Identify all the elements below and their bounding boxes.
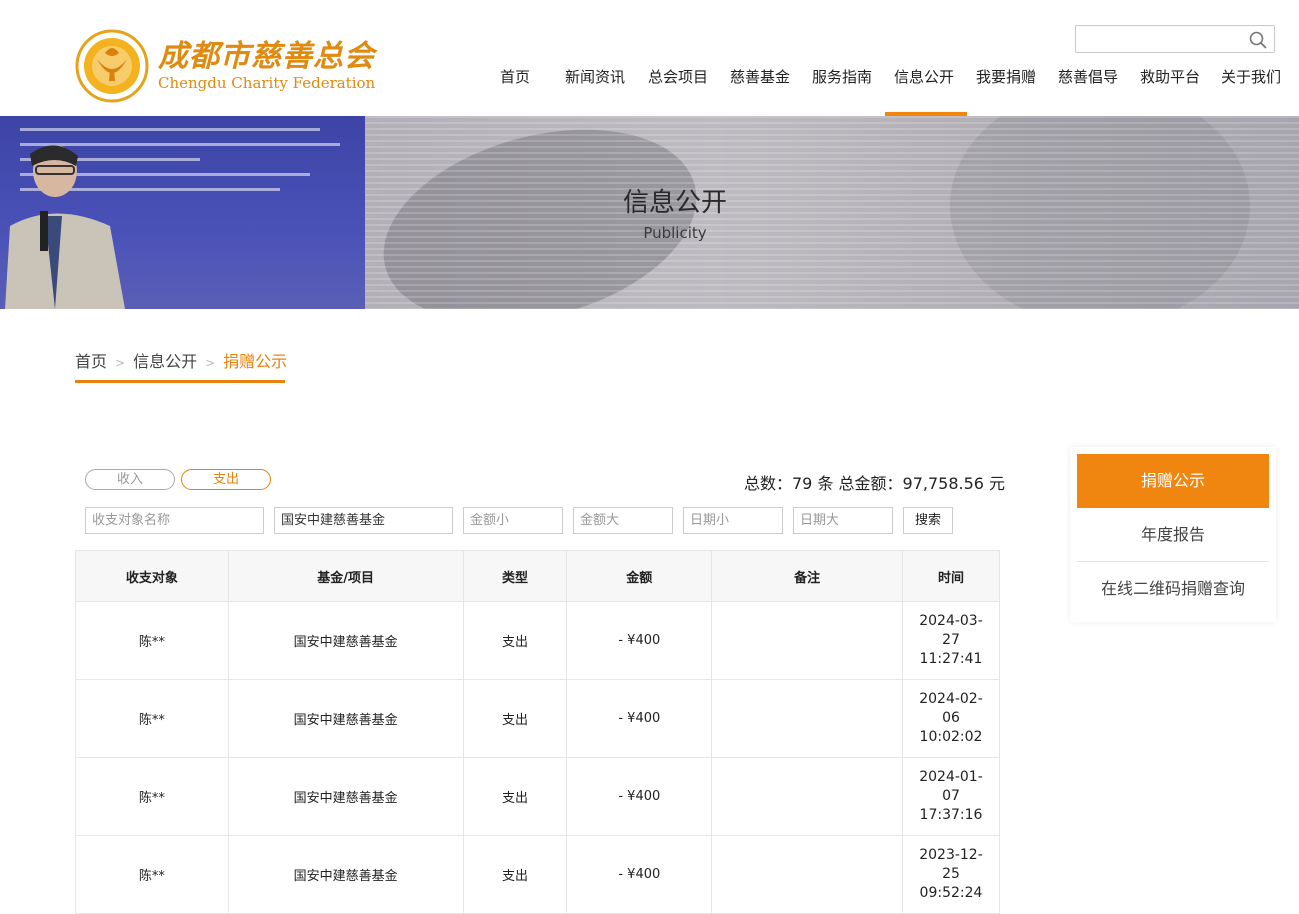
- cell-fund: 国安中建慈善基金: [227, 835, 464, 914]
- time-day-part: 07: [942, 788, 960, 804]
- nav-home[interactable]: 首页: [500, 66, 530, 87]
- side-menu-annual-report[interactable]: 年度报告: [1077, 508, 1269, 562]
- nav-about[interactable]: 关于我们: [1221, 66, 1281, 87]
- min-amount-input[interactable]: 金额小: [463, 507, 563, 534]
- breadcrumb-current: 捐赠公示: [223, 352, 288, 371]
- side-menu: 捐赠公示 年度报告 在线二维码捐赠查询: [1070, 447, 1276, 622]
- cell-target: 陈**: [75, 601, 229, 680]
- breadcrumb: 首页 > 信息公开 > 捐赠公示: [75, 348, 287, 372]
- expense-toggle-button[interactable]: 支出: [181, 469, 271, 490]
- max-amount-input[interactable]: 金额大: [573, 507, 673, 534]
- nav-donate[interactable]: 我要捐赠: [976, 66, 1036, 87]
- time-clock-part: 17:37:16: [919, 807, 983, 823]
- cell-amount: - ¥400: [566, 679, 713, 758]
- table-header-row: 收支对象 基金/项目 类型 金额 备注 时间: [75, 550, 1000, 602]
- cell-note: [711, 757, 903, 836]
- breadcrumb-home[interactable]: 首页: [75, 352, 107, 371]
- chevron-right-icon: >: [115, 356, 126, 370]
- table-row: 陈** 国安中建慈善基金 支出 - ¥400 2024-02- 06 10:02…: [75, 679, 1000, 758]
- speaker-photo: [5, 145, 125, 309]
- cell-target: 陈**: [75, 835, 229, 914]
- time-date-part: 2024-03-: [919, 613, 983, 629]
- cell-fund: 国安中建慈善基金: [227, 679, 464, 758]
- time-date-part: 2024-02-: [919, 691, 983, 707]
- side-menu-qr-donation-query[interactable]: 在线二维码捐赠查询: [1077, 562, 1269, 616]
- nav-service-guide[interactable]: 服务指南: [812, 66, 872, 87]
- cell-type: 支出: [462, 601, 568, 680]
- nav-publicity[interactable]: 信息公开: [894, 66, 954, 87]
- chevron-right-icon: >: [205, 356, 216, 370]
- banner-subtitle: Publicity: [643, 224, 707, 242]
- cell-target: 陈**: [75, 679, 229, 758]
- cell-time: 2023-12- 25 09:52:24: [902, 835, 1000, 914]
- income-toggle-button[interactable]: 收入: [85, 469, 175, 490]
- donation-table: 收支对象 基金/项目 类型 金额 备注 时间 陈** 国安中建慈善基金 支出 -…: [75, 550, 1000, 914]
- target-name-input[interactable]: 收支对象名称: [85, 507, 264, 534]
- nav-news[interactable]: 新闻资讯: [565, 66, 625, 87]
- cell-time: 2024-01- 07 17:37:16: [902, 757, 1000, 836]
- cell-note: [711, 601, 903, 680]
- min-date-input[interactable]: 日期小: [683, 507, 783, 534]
- column-header-amount: 金额: [566, 550, 713, 602]
- cell-amount: - ¥400: [566, 601, 713, 680]
- time-day-part: 27: [942, 632, 960, 648]
- time-date-part: 2024-01-: [919, 769, 983, 785]
- column-header-fund: 基金/项目: [227, 550, 464, 602]
- time-clock-part: 11:27:41: [919, 651, 983, 667]
- cell-amount: - ¥400: [566, 757, 713, 836]
- cell-time: 2024-03- 27 11:27:41: [902, 601, 1000, 680]
- breadcrumb-publicity[interactable]: 信息公开: [133, 352, 197, 371]
- cell-type: 支出: [462, 757, 568, 836]
- column-header-type: 类型: [462, 550, 568, 602]
- column-header-time: 时间: [902, 550, 1000, 602]
- cell-type: 支出: [462, 835, 568, 914]
- cell-amount: - ¥400: [566, 835, 713, 914]
- max-date-input[interactable]: 日期大: [793, 507, 893, 534]
- nav-aid-platform[interactable]: 救助平台: [1140, 66, 1200, 87]
- cell-note: [711, 679, 903, 758]
- nav-projects[interactable]: 总会项目: [648, 66, 708, 87]
- search-button[interactable]: 搜索: [903, 507, 953, 534]
- table-row: 陈** 国安中建慈善基金 支出 - ¥400 2024-01- 07 17:37…: [75, 757, 1000, 836]
- cell-fund: 国安中建慈善基金: [227, 601, 464, 680]
- time-date-part: 2023-12-: [919, 847, 983, 863]
- table-row: 陈** 国安中建慈善基金 支出 - ¥400 2023-12- 25 09:52…: [75, 835, 1000, 914]
- cell-target: 陈**: [75, 757, 229, 836]
- side-menu-donation-publicity[interactable]: 捐赠公示: [1077, 454, 1269, 508]
- site-header: 成都市慈善总会 Chengdu Charity Federation 首页 新闻…: [0, 0, 1299, 116]
- cell-time: 2024-02- 06 10:02:02: [902, 679, 1000, 758]
- time-clock-part: 10:02:02: [919, 729, 983, 745]
- total-summary: 总数：79 条 总金额：97,758.56 元: [744, 474, 1006, 493]
- cell-note: [711, 835, 903, 914]
- column-header-target: 收支对象: [75, 550, 229, 602]
- main-nav: 首页 新闻资讯 总会项目 慈善基金 服务指南 信息公开 我要捐赠 慈善倡导 救助…: [0, 0, 1299, 116]
- breadcrumb-underline: [75, 380, 285, 383]
- fund-input[interactable]: 国安中建慈善基金: [274, 507, 453, 534]
- banner-title: 信息公开: [622, 188, 727, 218]
- table-row: 陈** 国安中建慈善基金 支出 - ¥400 2024-03- 27 11:27…: [75, 601, 1000, 680]
- cell-type: 支出: [462, 679, 568, 758]
- nav-funds[interactable]: 慈善基金: [730, 66, 790, 87]
- time-clock-part: 09:52:24: [919, 885, 983, 901]
- time-day-part: 25: [942, 866, 960, 882]
- nav-advocacy[interactable]: 慈善倡导: [1058, 66, 1118, 87]
- cell-fund: 国安中建慈善基金: [227, 757, 464, 836]
- column-header-note: 备注: [711, 550, 903, 602]
- time-day-part: 06: [942, 710, 960, 726]
